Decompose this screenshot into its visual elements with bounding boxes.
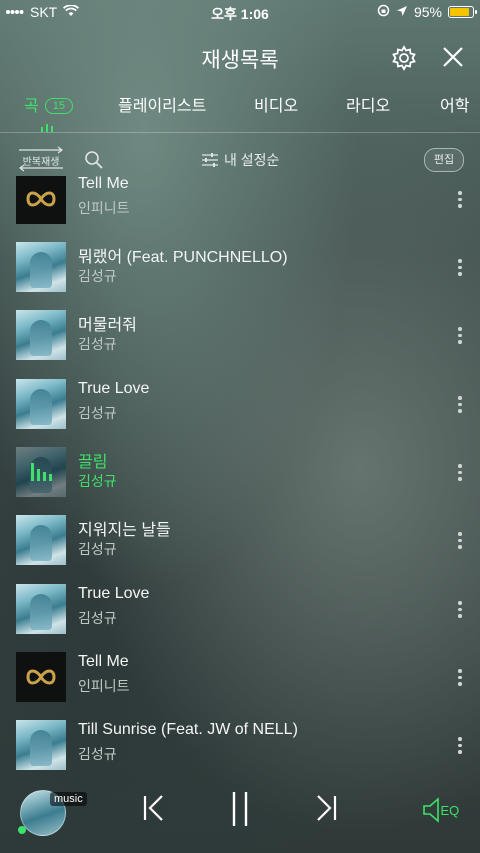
divider	[0, 132, 480, 133]
song-title: Tell Me	[78, 176, 129, 192]
album-art	[16, 242, 66, 292]
list-toolbar: 반복재생 내 설정순 편집	[0, 144, 480, 176]
repeat-button[interactable]: 반복재생	[16, 146, 66, 172]
song-row[interactable]: Till Sunrise (Feat. JW of NELL) 김성규	[0, 712, 480, 770]
song-row[interactable]: 머물러줘 김성규	[0, 302, 480, 370]
song-title: Tell Me	[78, 653, 129, 670]
song-row[interactable]: 뭐랬어 (Feat. PUNCHNELLO) 김성규	[0, 234, 480, 302]
more-options-icon[interactable]	[458, 464, 462, 482]
more-options-icon[interactable]	[458, 327, 462, 345]
song-artist: 김성규	[78, 405, 117, 421]
close-button[interactable]	[440, 44, 468, 72]
pause-icon	[232, 792, 248, 826]
status-bar: SKT 오후 1:06 95%	[0, 0, 480, 24]
sort-label: 내 설정순	[224, 152, 280, 168]
tab-playlists[interactable]: 플레이리스트	[118, 92, 206, 116]
tab-language[interactable]: 어학	[440, 92, 469, 116]
tab-video[interactable]: 비디오	[254, 92, 298, 116]
location-icon	[396, 4, 408, 20]
more-options-icon[interactable]	[458, 396, 462, 414]
album-art	[16, 176, 66, 224]
speaker-icon	[423, 797, 439, 823]
tab-songs[interactable]: 곡 15	[24, 92, 73, 116]
eq-button[interactable]: EQ	[420, 796, 459, 824]
song-row-now-playing[interactable]: 끌림 김성규	[0, 439, 480, 507]
close-icon	[443, 47, 463, 67]
previous-icon	[143, 795, 163, 821]
edit-button[interactable]: 편집	[424, 148, 464, 172]
song-list: Tell Me 인피니트 뭐랬어 (Feat. PUNCHNELLO) 김성규 …	[0, 176, 480, 770]
song-count-badge: 15	[44, 98, 73, 114]
song-artist: 김성규	[78, 746, 117, 762]
sort-button[interactable]: 내 설정순	[202, 150, 279, 170]
song-title: 지워지는 날들	[78, 522, 171, 539]
song-title: True Love	[78, 585, 150, 602]
song-title: True Love	[78, 380, 150, 397]
more-options-icon[interactable]	[458, 669, 462, 687]
mini-player: music EQ	[0, 776, 480, 853]
song-title: 끌림	[78, 454, 108, 471]
more-options-icon[interactable]	[458, 259, 462, 277]
playing-dot	[18, 826, 26, 834]
album-art	[16, 379, 66, 429]
infinite-logo-icon	[26, 669, 56, 685]
song-artist: 인피니트	[78, 678, 130, 694]
more-options-icon[interactable]	[458, 532, 462, 550]
song-row[interactable]: 지워지는 날들 김성규	[0, 507, 480, 575]
song-row[interactable]: Tell Me 인피니트	[0, 644, 480, 712]
album-art	[16, 720, 66, 770]
album-art	[16, 515, 66, 565]
playlist-screen: SKT 오후 1:06 95% 재생목록 곡 15 플레이리스트 비디오 라디오…	[0, 0, 480, 853]
header: 재생목록	[0, 36, 480, 80]
orientation-lock-icon	[377, 4, 390, 20]
album-art	[16, 584, 66, 634]
song-artist: 김성규	[78, 610, 117, 626]
album-art	[16, 310, 66, 360]
more-options-icon[interactable]	[458, 191, 462, 209]
eq-label: EQ	[440, 802, 460, 818]
more-options-icon[interactable]	[458, 601, 462, 619]
previous-button[interactable]	[142, 794, 166, 827]
category-tabs: 곡 15 플레이리스트 비디오 라디오 어학	[0, 88, 480, 128]
song-row[interactable]: True Love 김성규	[0, 371, 480, 439]
battery-icon	[448, 6, 477, 18]
source-label: music	[50, 792, 87, 806]
repeat-label: 반복재생	[22, 157, 60, 168]
equalizer-bars-icon	[31, 463, 52, 481]
song-title: 머물러줘	[78, 317, 137, 334]
infinite-logo-icon	[26, 191, 56, 207]
search-icon	[85, 151, 103, 169]
song-row[interactable]: True Love 김성규	[0, 576, 480, 644]
pause-button[interactable]	[228, 790, 252, 833]
gear-icon	[392, 45, 416, 71]
playing-indicator-icon	[41, 119, 55, 137]
song-row[interactable]: Tell Me 인피니트	[0, 176, 480, 234]
song-artist: 인피니트	[78, 200, 130, 216]
song-artist: 김성규	[78, 473, 117, 489]
more-options-icon[interactable]	[458, 737, 462, 755]
battery-percent: 95%	[413, 4, 442, 20]
next-icon	[317, 795, 337, 821]
next-button[interactable]	[314, 794, 338, 827]
song-artist: 김성규	[78, 268, 117, 284]
tab-radio[interactable]: 라디오	[346, 92, 390, 116]
tab-label: 곡	[24, 98, 39, 115]
search-button[interactable]	[84, 150, 104, 175]
song-title: 뭐랬어 (Feat. PUNCHNELLO)	[78, 249, 288, 266]
album-art	[16, 447, 66, 497]
album-art	[16, 652, 66, 702]
settings-button[interactable]	[390, 44, 418, 72]
song-title: Till Sunrise (Feat. JW of NELL)	[78, 721, 298, 738]
song-artist: 김성규	[78, 541, 117, 557]
song-artist: 김성규	[78, 336, 117, 352]
sliders-icon	[202, 153, 218, 167]
